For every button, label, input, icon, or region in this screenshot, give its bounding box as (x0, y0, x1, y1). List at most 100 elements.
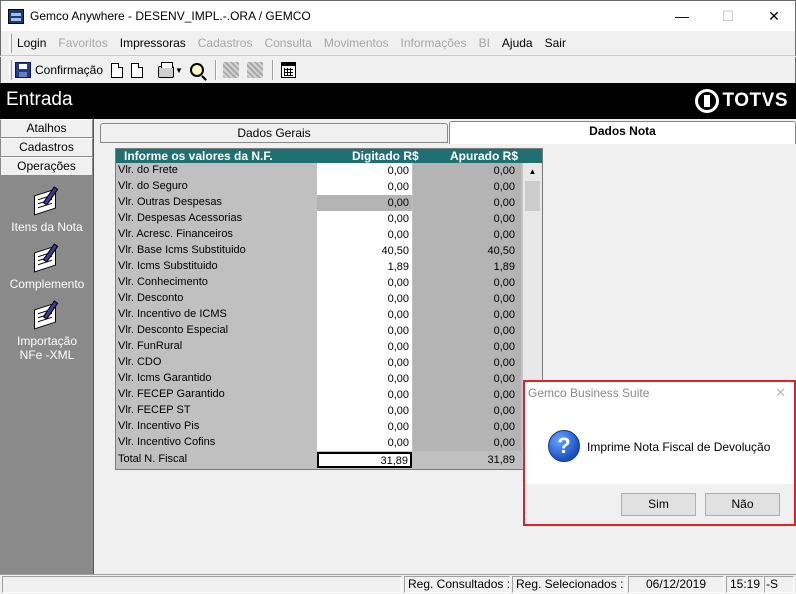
row-label: Vlr. Incentivo de ICMS (118, 308, 227, 320)
table-row: Vlr. Outras Despesas 0,00 0,00 (116, 195, 522, 211)
apurado-value: 0,00 (413, 163, 521, 179)
digitado-input[interactable]: 0,00 (317, 355, 412, 371)
digitado-input[interactable]: 0,00 (317, 371, 412, 387)
sidebar-item-label: Complemento (9, 277, 85, 291)
note-edit-icon (30, 186, 64, 216)
search-icon (190, 63, 204, 77)
grid-header: Informe os valores da N.F. Digitado R$ A… (116, 149, 542, 163)
new-document-button[interactable] (111, 60, 123, 80)
digitado-input[interactable]: 0,00 (317, 387, 412, 403)
menu-item-login[interactable]: Login (17, 36, 46, 50)
digitado-input[interactable]: 0,00 (317, 227, 412, 243)
sidebar-item-complemento[interactable]: Complemento (0, 243, 94, 291)
row-label: Vlr. Conhecimento (118, 276, 208, 288)
apurado-value: 0,00 (413, 339, 521, 355)
digitado-input[interactable]: 0,00 (317, 435, 412, 451)
digitado-input[interactable]: 0,00 (317, 339, 412, 355)
status-bar: Reg. Consultados : 1 Reg. Selecionados :… (0, 574, 796, 594)
digitado-input[interactable]: 0,00 (317, 419, 412, 435)
table-row: Vlr. Incentivo Pis 0,00 0,00 (116, 419, 522, 435)
digitado-input[interactable]: 0,00 (317, 291, 412, 307)
digitado-input[interactable]: 1,89 (317, 259, 412, 275)
apurado-value: 0,00 (413, 211, 521, 227)
status-date: 06/12/2019 (628, 576, 724, 593)
menu-item-informacoes[interactable]: Informações (401, 36, 467, 50)
tool-button-disabled-2[interactable] (247, 60, 263, 80)
sidebar-item-importacao-nfe-xml[interactable]: Importação NFe -XML (0, 300, 94, 362)
scroll-up-icon[interactable]: ▲ (523, 163, 542, 180)
note-edit-icon (30, 300, 64, 330)
apurado-value: 0,00 (413, 323, 521, 339)
page-header: Entrada TOTVS (0, 83, 796, 119)
maximize-button[interactable]: ☐ (705, 1, 751, 32)
row-label: Vlr. FECEP Garantido (118, 388, 225, 400)
print-button[interactable]: ▼ (158, 60, 183, 80)
menu-item-impressoras[interactable]: Impressoras (120, 36, 186, 50)
dialog-title: Gemco Business Suite (528, 386, 650, 400)
status-reg-selecionados: Reg. Selecionados : 1 (512, 576, 626, 593)
menu-item-consulta[interactable]: Consulta (264, 36, 311, 50)
digitado-input[interactable]: 0,00 (317, 323, 412, 339)
apurado-value: 0,00 (413, 403, 521, 419)
row-label: Vlr. CDO (118, 356, 162, 368)
digitado-input[interactable]: 40,50 (317, 243, 412, 259)
apurado-value: 0,00 (413, 419, 521, 435)
digitado-input[interactable]: 0,00 (317, 307, 412, 323)
row-label: Vlr. FECEP ST (118, 404, 191, 416)
digitado-input[interactable]: 0,00 (317, 275, 412, 291)
sidebar-tab-operacoes[interactable]: Operações (0, 157, 93, 176)
confirm-button[interactable]: Confirmação (15, 60, 103, 80)
sidebar-item-label: Itens da Nota (11, 220, 83, 234)
total-digitado-input[interactable]: 31,89 (317, 452, 412, 468)
tab-dados-nota[interactable]: Dados Nota (449, 121, 796, 144)
sidebar-tab-atalhos[interactable]: Atalhos (0, 119, 93, 138)
grid-header-apurado: Apurado R$ (450, 149, 519, 163)
row-label: Vlr. Desconto Especial (118, 324, 229, 336)
scroll-thumb[interactable] (525, 181, 540, 211)
menu-item-sair[interactable]: Sair (545, 36, 566, 50)
menu-item-bi[interactable]: BI (479, 36, 490, 50)
digitado-input[interactable]: 0,00 (317, 163, 412, 179)
digitado-input[interactable]: 0,00 (317, 179, 412, 195)
menu-item-favoritos[interactable]: Favoritos (58, 36, 107, 50)
apurado-value: 0,00 (413, 179, 521, 195)
menu-item-cadastros[interactable]: Cadastros (198, 36, 253, 50)
menu-bar: Login Favoritos Impressoras Cadastros Consul… (0, 31, 796, 56)
open-document-icon (131, 62, 143, 78)
calendar-button[interactable] (281, 60, 296, 80)
table-row: Vlr. Incentivo de ICMS 0,00 0,00 (116, 307, 522, 323)
grid-body: Vlr. do Frete 0,00 0,00 Vlr. do Seguro 0,00 0… (116, 163, 522, 469)
menu-item-ajuda[interactable]: Ajuda (502, 36, 533, 50)
total-apurado-value: 31,89 (413, 452, 521, 468)
confirm-label: Confirmação (35, 63, 104, 77)
apurado-value: 0,00 (413, 275, 521, 291)
sidebar-tab-cadastros[interactable]: Cadastros (0, 138, 93, 157)
digitado-input[interactable]: 0,00 (317, 211, 412, 227)
menu-grip[interactable] (9, 34, 12, 53)
sidebar-item-itens-da-nota[interactable]: Itens da Nota (0, 186, 94, 234)
grayed-tool-icon (247, 62, 263, 78)
totvs-logo: TOTVS (694, 89, 789, 113)
dialog-close-icon[interactable]: ✕ (775, 385, 786, 401)
row-label: Vlr. Despesas Acessorias (118, 212, 243, 224)
sidebar-item-label: Importação NFe -XML (16, 334, 78, 362)
digitado-input[interactable]: 0,00 (317, 403, 412, 419)
no-button[interactable]: Não (705, 493, 780, 516)
tool-button-disabled-1[interactable] (223, 60, 239, 80)
menu-item-movimentos[interactable]: Movimentos (324, 36, 389, 50)
tab-dados-gerais[interactable]: Dados Gerais (100, 123, 448, 143)
close-button[interactable]: ✕ (751, 1, 796, 32)
row-label: Vlr. Incentivo Cofins (118, 436, 216, 448)
app-icon (8, 9, 24, 24)
yes-button[interactable]: Sim (621, 493, 696, 516)
left-panel: Atalhos Cadastros Operações Itens da Not… (0, 119, 94, 574)
dialog-body: ? Imprime Nota Fiscal de Devolução (525, 410, 794, 484)
table-row: Vlr. FunRural 0,00 0,00 (116, 339, 522, 355)
apurado-value: 0,00 (413, 371, 521, 387)
minimize-button[interactable]: — (659, 1, 705, 32)
apurado-value: 0,00 (413, 195, 521, 211)
open-document-button[interactable] (131, 60, 143, 80)
toolbar: Confirmação ▼ (0, 57, 796, 83)
search-button[interactable] (190, 60, 204, 80)
toolbar-grip[interactable] (9, 60, 12, 80)
